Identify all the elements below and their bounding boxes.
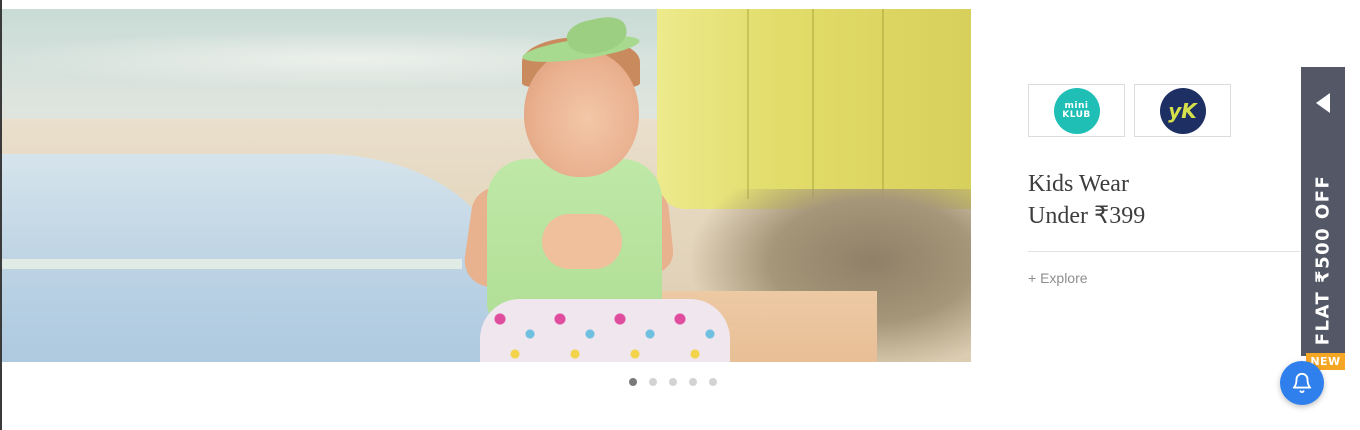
carousel-dots (629, 378, 717, 386)
carousel-dot-2[interactable] (649, 378, 657, 386)
carousel-dot-1[interactable] (629, 378, 637, 386)
yellow-surfboard (657, 9, 971, 209)
baby-head (524, 49, 639, 177)
surfboard-stripe (882, 9, 884, 199)
carousel-dot-4[interactable] (689, 378, 697, 386)
miniklub-logo: mini KLUB (1053, 87, 1100, 134)
bell-icon (1292, 373, 1312, 394)
promo-divider (1028, 251, 1300, 252)
flat-offer-tab[interactable]: FLAT ₹500 OFF (1301, 67, 1345, 356)
promo-headline: Kids Wear Under ₹399 (1028, 168, 1145, 232)
baby-floral-skirt (480, 299, 730, 362)
brand-logos: mini KLUB yK (1028, 84, 1231, 137)
surfboard-stripe (747, 9, 749, 199)
carousel-dot-5[interactable] (709, 378, 717, 386)
miniklub-logo-text: mini KLUB (1062, 100, 1091, 120)
headline-line-1: Kids Wear (1028, 171, 1129, 197)
explore-link[interactable]: + Explore (1028, 270, 1088, 286)
yk-logo-text: yK (1168, 98, 1197, 123)
blue-surfboard (2, 154, 502, 362)
hero-banner[interactable] (2, 9, 971, 362)
blue-surfboard-trim (2, 259, 462, 269)
offer-tab-text: FLAT ₹500 OFF (1312, 174, 1334, 346)
surfboard-stripe (812, 9, 814, 199)
expand-arrow-icon (1316, 93, 1330, 113)
brand-miniklub[interactable]: mini KLUB (1028, 84, 1125, 137)
yk-logo: yK (1159, 87, 1206, 134)
baby-hands (542, 214, 622, 269)
brand-yk[interactable]: yK (1134, 84, 1231, 137)
headline-line-2: Under ₹399 (1028, 203, 1146, 229)
carousel-dot-3[interactable] (669, 378, 677, 386)
notification-button[interactable] (1280, 361, 1324, 405)
